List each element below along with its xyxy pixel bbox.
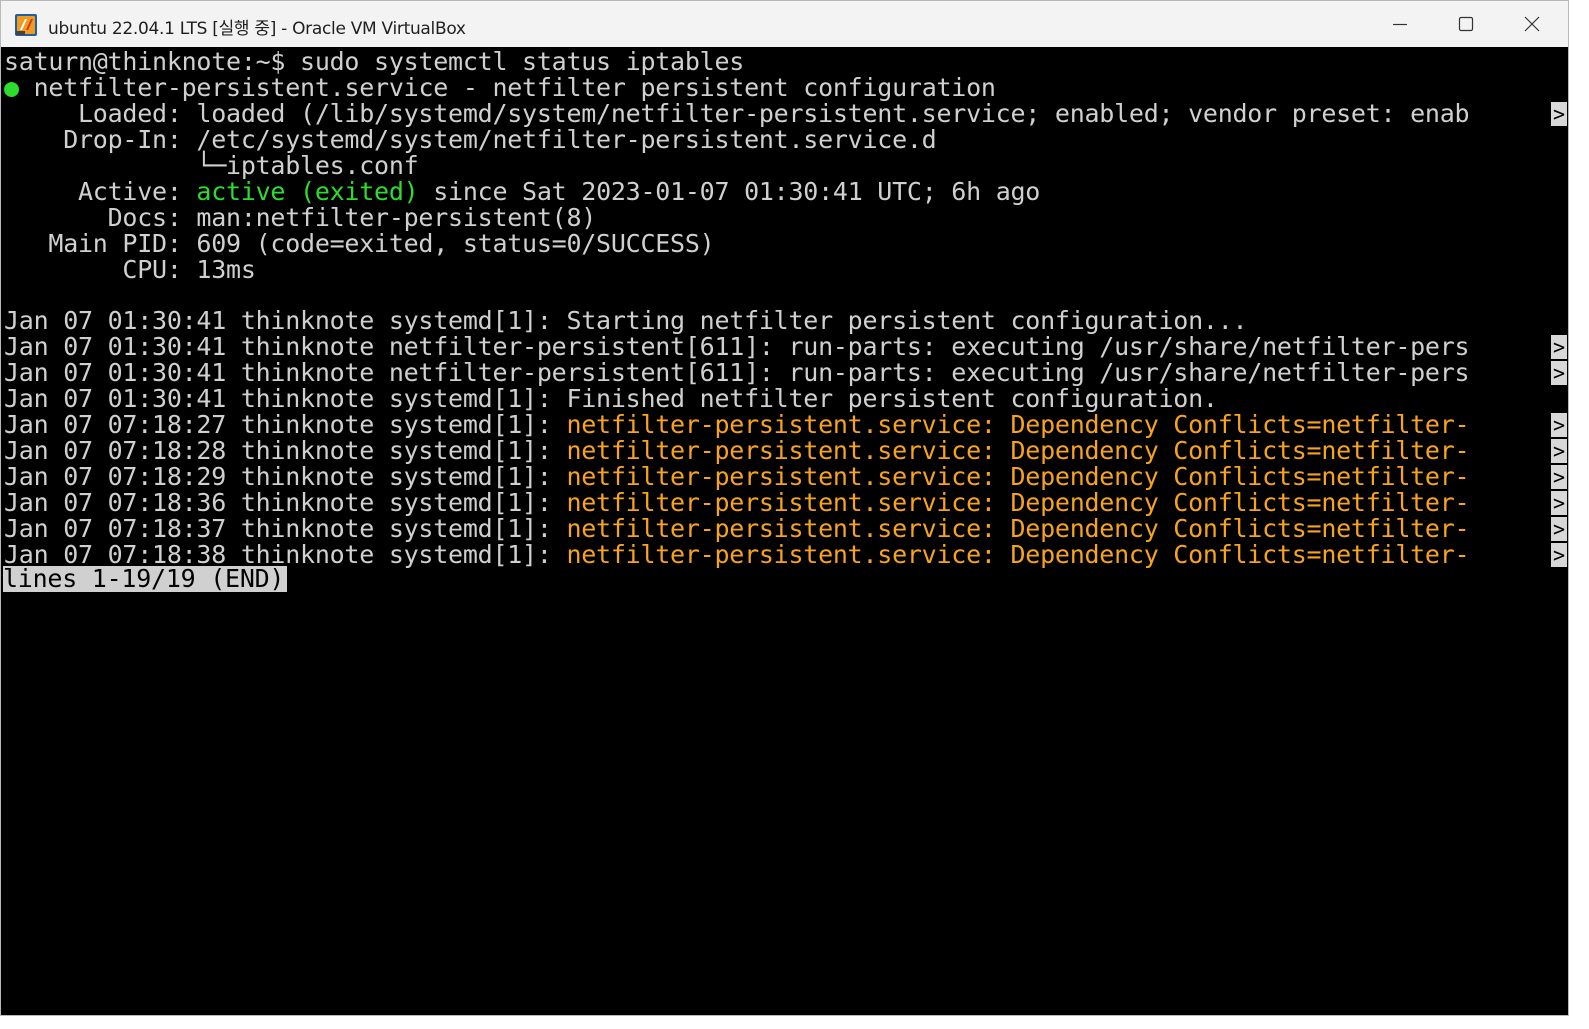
log-line: Jan 07 07:18:29 thinknote systemd[1]: ne… bbox=[4, 462, 1470, 491]
active-label: Active: bbox=[4, 177, 197, 206]
log-prefix: Jan 07 01:30:41 thinknote netfilter-pers… bbox=[4, 358, 789, 387]
virtualbox-icon bbox=[15, 14, 37, 36]
virtualbox-window: ubuntu 22.04.1 LTS [실행 중] - Oracle VM Vi… bbox=[0, 0, 1569, 1016]
log-prefix: Jan 07 07:18:37 thinknote systemd[1]: bbox=[4, 514, 567, 543]
loaded-line: Loaded: loaded (/lib/systemd/system/netf… bbox=[4, 99, 1470, 128]
maximize-icon bbox=[1458, 16, 1474, 32]
log-prefix: Jan 07 01:30:41 thinknote systemd[1]: bbox=[4, 306, 567, 335]
log-line: Jan 07 07:18:37 thinknote systemd[1]: ne… bbox=[4, 514, 1470, 543]
unit-header: ● netfilter-persistent.service - netfilt… bbox=[4, 75, 996, 101]
maximize-button[interactable] bbox=[1433, 1, 1499, 47]
pager-status: lines 1-19/19 (END) bbox=[3, 566, 288, 592]
log-line: Jan 07 01:30:41 thinknote netfilter-pers… bbox=[4, 332, 1470, 361]
minimize-icon bbox=[1393, 23, 1407, 26]
truncation-marker: > bbox=[1551, 517, 1567, 541]
status-dot: ● bbox=[4, 73, 19, 102]
command-prompt: saturn@thinknote:~$ sudo systemctl statu… bbox=[4, 47, 745, 76]
log-line: Jan 07 01:30:41 thinknote systemd[1]: St… bbox=[4, 306, 1248, 335]
truncation-marker: > bbox=[1551, 335, 1567, 359]
title-bar[interactable]: ubuntu 22.04.1 LTS [실행 중] - Oracle VM Vi… bbox=[1, 1, 1568, 47]
log-line: Jan 07 01:30:41 thinknote systemd[1]: Fi… bbox=[4, 386, 1218, 412]
log-line: Jan 07 07:18:28 thinknote systemd[1]: ne… bbox=[4, 436, 1470, 465]
truncation-marker: > bbox=[1551, 465, 1567, 489]
close-button[interactable] bbox=[1499, 1, 1565, 47]
log-prefix: Jan 07 01:30:41 thinknote systemd[1]: bbox=[4, 384, 567, 413]
log-message: run-parts: executing /usr/share/netfilte… bbox=[788, 332, 1470, 361]
log-line: Jan 07 07:18:36 thinknote systemd[1]: ne… bbox=[4, 488, 1470, 517]
truncation-marker: > bbox=[1551, 491, 1567, 515]
log-message: Finished netfilter persistent configurat… bbox=[566, 384, 1218, 413]
log-prefix: Jan 07 07:18:28 thinknote systemd[1]: bbox=[4, 436, 567, 465]
log-line: Jan 07 07:18:27 thinknote systemd[1]: ne… bbox=[4, 410, 1470, 439]
minimize-button[interactable] bbox=[1367, 1, 1433, 47]
log-prefix: Jan 07 07:18:36 thinknote systemd[1]: bbox=[4, 488, 567, 517]
log-message: Starting netfilter persistent configurat… bbox=[566, 306, 1248, 335]
dropin-file-line: └─iptables.conf bbox=[4, 151, 419, 180]
log-message: netfilter-persistent.service: Dependency… bbox=[566, 410, 1470, 439]
active-line: Active: active (exited) since Sat 2023-0… bbox=[4, 179, 1040, 205]
log-prefix: Jan 07 07:18:27 thinknote systemd[1]: bbox=[4, 410, 567, 439]
log-message: netfilter-persistent.service: Dependency… bbox=[566, 488, 1470, 517]
unit-description: netfilter-persistent.service - netfilter… bbox=[18, 73, 996, 102]
truncation-marker: > bbox=[1551, 543, 1567, 567]
terminal-screen[interactable]: saturn@thinknote:~$ sudo systemctl statu… bbox=[1, 47, 1568, 1015]
window-title: ubuntu 22.04.1 LTS [실행 중] - Oracle VM Vi… bbox=[48, 19, 466, 39]
main-pid-line: Main PID: 609 (code=exited, status=0/SUC… bbox=[4, 229, 715, 258]
log-message: netfilter-persistent.service: Dependency… bbox=[566, 462, 1470, 491]
log-message: netfilter-persistent.service: Dependency… bbox=[566, 436, 1470, 465]
log-prefix: Jan 07 07:18:29 thinknote systemd[1]: bbox=[4, 462, 567, 491]
truncation-marker: > bbox=[1551, 361, 1567, 385]
truncation-marker: > bbox=[1551, 413, 1567, 437]
docs-line: Docs: man:netfilter-persistent(8) bbox=[4, 203, 597, 232]
close-icon bbox=[1524, 16, 1540, 32]
truncation-marker: > bbox=[1551, 439, 1567, 463]
dropin-line: Drop-In: /etc/systemd/system/netfilter-p… bbox=[4, 125, 937, 154]
active-state: active (exited) bbox=[196, 177, 419, 206]
log-line: Jan 07 01:30:41 thinknote netfilter-pers… bbox=[4, 358, 1470, 387]
cpu-line: CPU: 13ms bbox=[4, 255, 256, 284]
log-message: netfilter-persistent.service: Dependency… bbox=[566, 514, 1470, 543]
truncation-marker: > bbox=[1551, 102, 1567, 126]
active-since: since Sat 2023-01-07 01:30:41 UTC; 6h ag… bbox=[418, 177, 1041, 206]
log-message: netfilter-persistent.service: Dependency… bbox=[566, 540, 1470, 569]
log-message: run-parts: executing /usr/share/netfilte… bbox=[788, 358, 1470, 387]
log-prefix: Jan 07 01:30:41 thinknote netfilter-pers… bbox=[4, 332, 789, 361]
